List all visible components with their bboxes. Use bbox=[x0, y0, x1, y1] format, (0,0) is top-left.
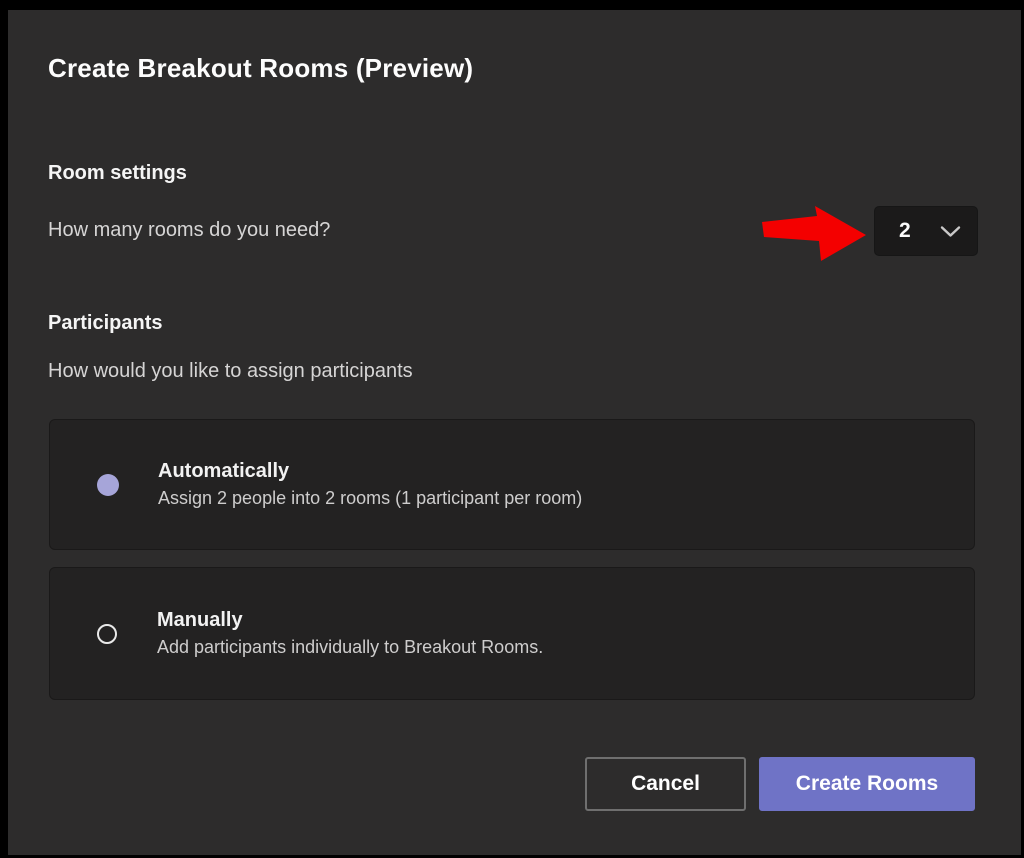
option-label: Manually bbox=[157, 609, 543, 632]
cancel-button[interactable]: Cancel bbox=[585, 757, 746, 811]
red-arrow-icon bbox=[762, 203, 872, 265]
create-breakout-rooms-dialog: Create Breakout Rooms (Preview) Room set… bbox=[8, 10, 1021, 855]
option-manually-text: Manually Add participants individually t… bbox=[157, 609, 543, 658]
option-description: Add participants individually to Breakou… bbox=[157, 637, 543, 658]
participants-heading: Participants bbox=[48, 312, 162, 335]
screen-frame: Create Breakout Rooms (Preview) Room set… bbox=[0, 0, 1024, 858]
option-automatically[interactable]: Automatically Assign 2 people into 2 roo… bbox=[49, 419, 975, 550]
dialog-title: Create Breakout Rooms (Preview) bbox=[48, 53, 473, 84]
option-manually[interactable]: Manually Add participants individually t… bbox=[49, 567, 975, 700]
room-count-dropdown[interactable]: 2 bbox=[874, 206, 978, 256]
room-count-question: How many rooms do you need? bbox=[48, 219, 330, 242]
assign-question: How would you like to assign participant… bbox=[48, 360, 413, 383]
radio-unselected-icon[interactable] bbox=[97, 624, 117, 644]
chevron-down-icon bbox=[940, 225, 961, 238]
radio-selected-icon[interactable] bbox=[97, 474, 119, 496]
room-settings-heading: Room settings bbox=[48, 162, 187, 185]
option-label: Automatically bbox=[158, 460, 582, 483]
create-rooms-button[interactable]: Create Rooms bbox=[759, 757, 975, 811]
room-count-value: 2 bbox=[899, 219, 911, 243]
option-description: Assign 2 people into 2 rooms (1 particip… bbox=[158, 488, 582, 509]
option-automatically-text: Automatically Assign 2 people into 2 roo… bbox=[158, 460, 582, 509]
